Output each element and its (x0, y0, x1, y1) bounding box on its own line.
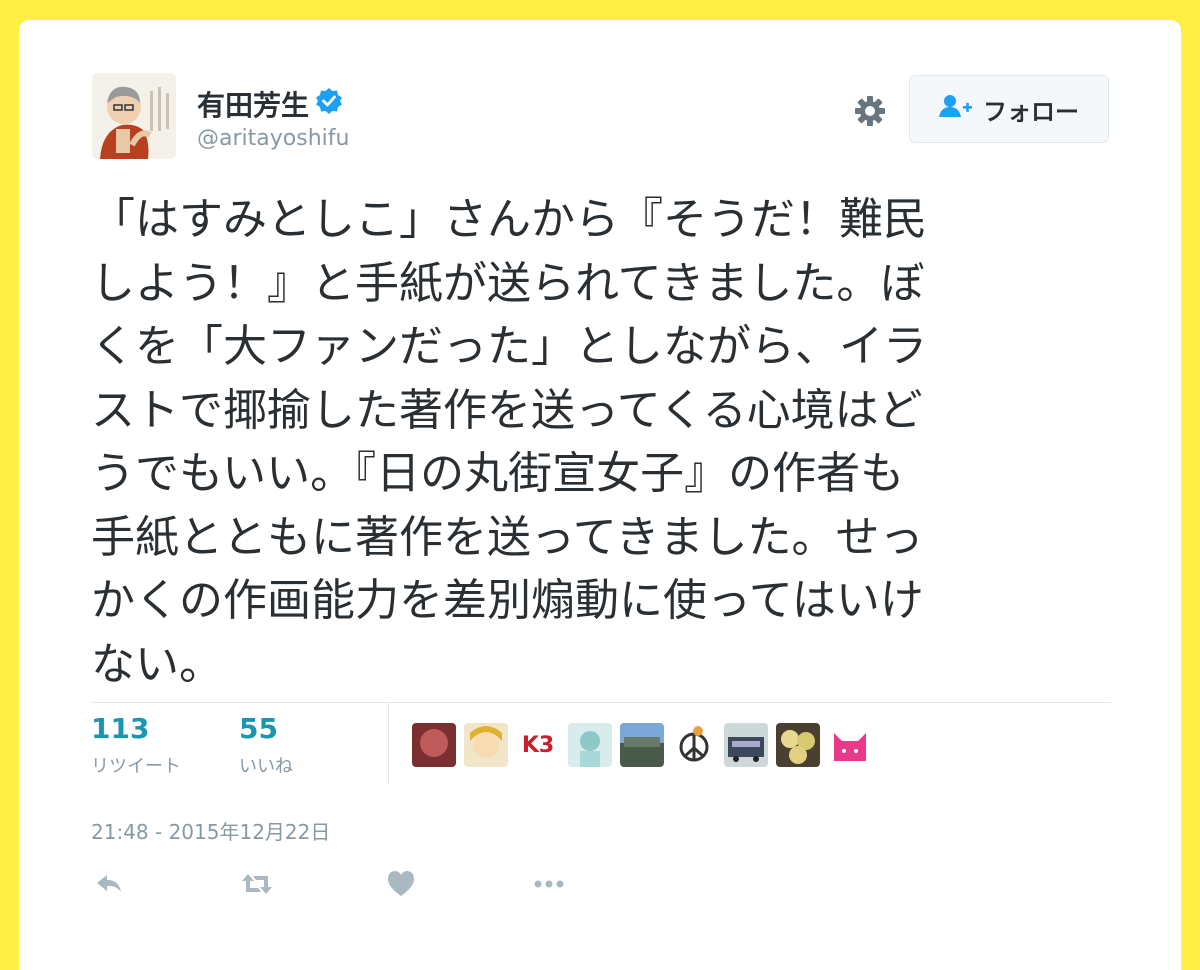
liker-avatar[interactable] (568, 723, 612, 767)
liker-avatar[interactable] (776, 723, 820, 767)
retweet-count[interactable]: 113 (91, 712, 181, 746)
tweet-text: 「はすみとしこ」さんから『そうだ！難民 しよう！』と手紙が送られてきました。ぼ … (91, 194, 927, 690)
verified-icon (315, 87, 343, 122)
like-label: いいね (239, 756, 293, 777)
liker-avatar[interactable] (412, 723, 456, 767)
like-stat[interactable]: 55 いいね (239, 712, 293, 778)
retweet-stat[interactable]: 113 リツイート (91, 712, 181, 778)
like-icon[interactable] (385, 868, 421, 900)
tweet-card: 有田芳生 @aritayoshifu フォロー 「はすみとしこ」さんから『そうだ… (19, 20, 1181, 970)
gear-icon[interactable] (852, 93, 888, 129)
tweet-timestamp[interactable]: 21:48 - 2015年12月22日 (91, 816, 330, 845)
liker-avatar[interactable] (620, 723, 664, 767)
liker-avatar[interactable] (724, 723, 768, 767)
retweet-label: リツイート (91, 756, 181, 777)
more-icon[interactable] (531, 868, 567, 900)
like-count[interactable]: 55 (239, 712, 293, 746)
divider (388, 702, 389, 784)
liker-avatar[interactable] (828, 723, 872, 767)
reply-icon[interactable] (93, 868, 129, 900)
divider (91, 702, 1111, 703)
likers-list: K3 (412, 723, 872, 767)
liker-avatar[interactable] (464, 723, 508, 767)
display-name-text[interactable]: 有田芳生 (197, 84, 309, 124)
follow-button-label: フォロー (983, 97, 1079, 126)
liker-avatar[interactable]: K3 (516, 723, 560, 767)
follow-button[interactable]: フォロー (909, 75, 1109, 143)
liker-avatar[interactable] (672, 723, 716, 767)
liker-k3-label: K3 (521, 732, 555, 758)
retweet-icon[interactable] (239, 868, 275, 900)
user-handle[interactable]: @aritayoshifu (197, 126, 349, 151)
avatar[interactable] (92, 73, 176, 159)
follow-person-icon (939, 93, 973, 125)
display-name[interactable]: 有田芳生 (197, 84, 343, 124)
